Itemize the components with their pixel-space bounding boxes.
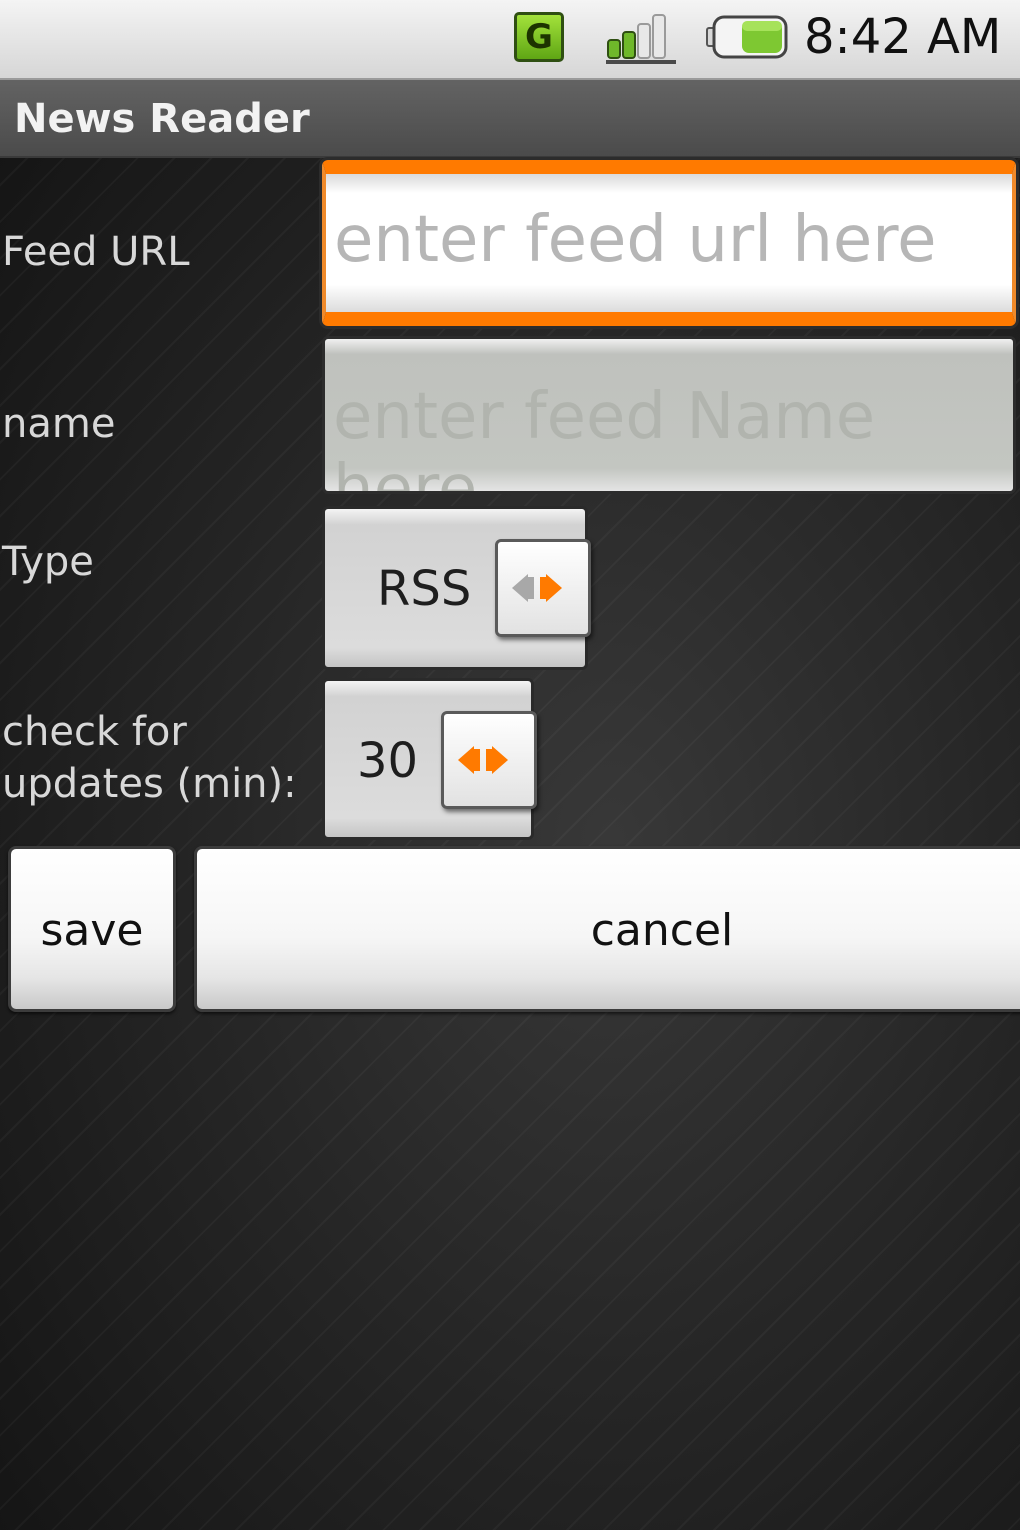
left-right-arrows-icon bbox=[458, 746, 508, 774]
update-interval-spinner[interactable]: 30 bbox=[322, 678, 537, 840]
signal-strength-icon bbox=[606, 14, 676, 64]
type-spinner-button[interactable] bbox=[495, 539, 591, 637]
battery-icon bbox=[706, 15, 788, 59]
status-bar: G 8:42 AM bbox=[0, 0, 1020, 80]
feed-url-placeholder: enter feed url here bbox=[334, 203, 937, 277]
save-button-label: save bbox=[40, 905, 144, 956]
feed-url-input[interactable]: enter feed url here bbox=[322, 160, 1016, 326]
save-button[interactable]: save bbox=[8, 846, 176, 1012]
feed-name-placeholder: enter feed Name bbox=[333, 380, 876, 454]
cancel-button-label: cancel bbox=[590, 905, 734, 956]
clock: 8:42 AM bbox=[804, 9, 1002, 65]
cancel-button[interactable]: cancel bbox=[194, 846, 1020, 1012]
feed-name-placeholder-overflow: here bbox=[333, 452, 478, 494]
update-interval-spinner-button[interactable] bbox=[441, 711, 537, 809]
type-selected-value: RSS bbox=[377, 561, 472, 617]
type-spinner[interactable]: RSS bbox=[322, 506, 591, 670]
update-interval-selected-value: 30 bbox=[357, 733, 419, 789]
update-interval-label-line1: check for bbox=[2, 709, 187, 755]
feed-name-label: name bbox=[2, 401, 116, 447]
left-right-arrows-icon bbox=[512, 574, 562, 602]
title-bar: News Reader bbox=[0, 80, 1020, 158]
network-type-icon: G bbox=[514, 12, 564, 62]
app-screen: G 8:42 AM News Reader Feed URL enter fee… bbox=[0, 0, 1020, 1530]
feed-url-label: Feed URL bbox=[2, 229, 190, 275]
feed-name-input[interactable]: enter feed Name here bbox=[322, 336, 1016, 494]
update-interval-label-line2: updates (min): bbox=[2, 761, 297, 807]
app-title: News Reader bbox=[14, 96, 310, 142]
type-label: Type bbox=[2, 539, 94, 585]
